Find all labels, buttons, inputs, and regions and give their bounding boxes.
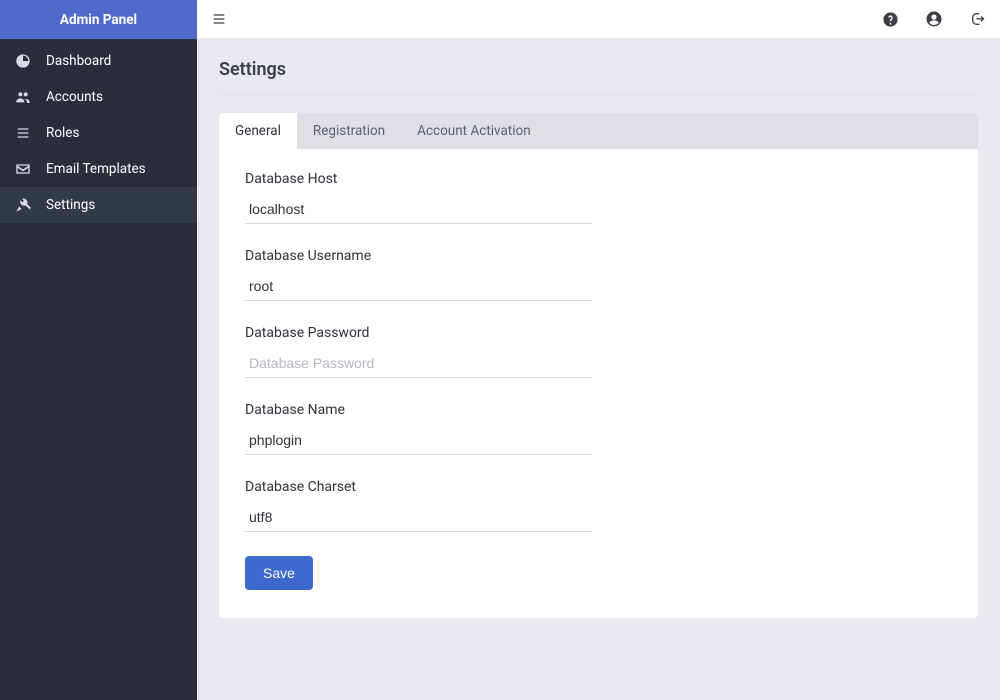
sidebar-item-label: Settings [46,197,95,213]
page-title: Settings [219,59,978,95]
sidebar-item-label: Email Templates [46,161,146,177]
envelope-icon [14,161,32,177]
sidebar-item-dashboard[interactable]: Dashboard [0,43,197,79]
sidebar-item-roles[interactable]: Roles [0,115,197,151]
sidebar-nav: Dashboard Accounts Roles Email Templates [0,39,197,223]
tools-icon [14,197,32,213]
input-db-host[interactable] [245,195,592,224]
label-db-charset: Database Charset [245,479,592,495]
tab-general[interactable]: General [219,113,297,149]
list-icon [14,125,32,141]
brand-title: Admin Panel [0,0,197,39]
settings-tabs: General Registration Account Activation [219,113,978,149]
input-db-charset[interactable] [245,503,592,532]
field-db-user: Database Username [245,248,592,301]
label-db-pass: Database Password [245,325,592,341]
input-db-pass[interactable] [245,349,592,378]
sidebar-item-label: Roles [46,125,79,141]
field-db-pass: Database Password [245,325,592,378]
field-db-name: Database Name [245,402,592,455]
menu-toggle-button[interactable] [209,9,229,29]
field-db-charset: Database Charset [245,479,592,532]
label-db-host: Database Host [245,171,592,187]
sidebar: Admin Panel Dashboard Accounts Roles [0,0,197,700]
save-button[interactable]: Save [245,556,313,590]
dashboard-icon [14,53,32,69]
label-db-name: Database Name [245,402,592,418]
users-icon [14,89,32,105]
input-db-user[interactable] [245,272,592,301]
topbar [197,0,1000,39]
sidebar-item-label: Accounts [46,89,103,105]
help-button[interactable] [880,9,900,29]
logout-button[interactable] [968,9,988,29]
label-db-user: Database Username [245,248,592,264]
account-button[interactable] [924,9,944,29]
sidebar-item-accounts[interactable]: Accounts [0,79,197,115]
main: Settings General Registration Account Ac… [197,0,1000,700]
settings-panel: Database Host Database Username Database… [219,149,978,618]
sidebar-item-settings[interactable]: Settings [0,187,197,223]
sidebar-item-email-templates[interactable]: Email Templates [0,151,197,187]
content: Settings General Registration Account Ac… [197,39,1000,642]
tab-registration[interactable]: Registration [297,113,401,149]
field-db-host: Database Host [245,171,592,224]
input-db-name[interactable] [245,426,592,455]
sidebar-item-label: Dashboard [46,53,111,69]
tab-account-activation[interactable]: Account Activation [401,113,547,149]
